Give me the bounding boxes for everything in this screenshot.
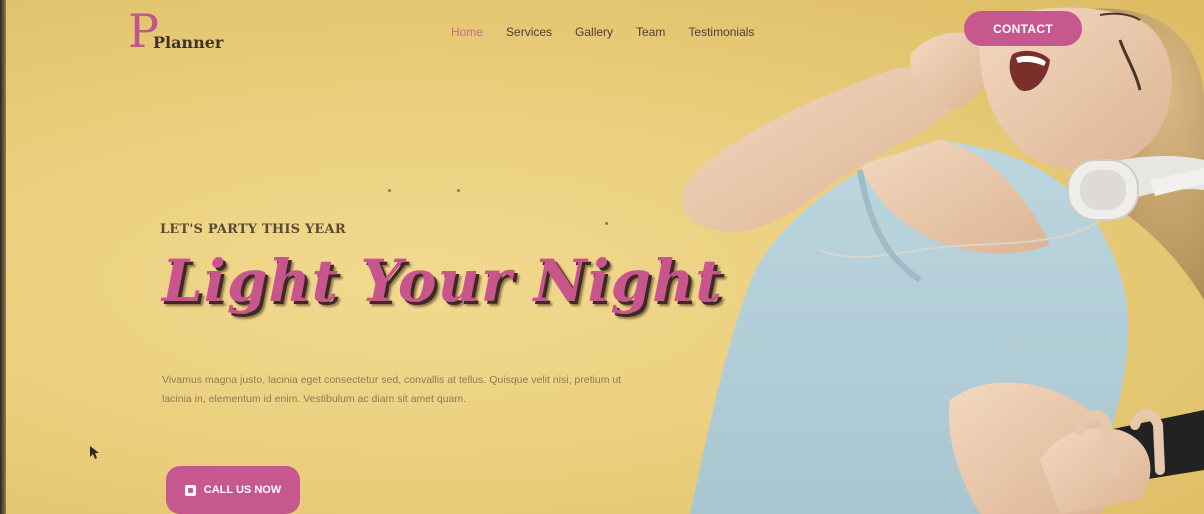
nav-team[interactable]: Team: [636, 25, 665, 39]
phone-icon: [184, 484, 196, 496]
logo[interactable]: P Planner: [128, 8, 223, 54]
hero-headline: Light Your Night: [162, 247, 724, 315]
call-us-button[interactable]: CALL US NOW: [166, 466, 300, 514]
contact-button[interactable]: CONTACT: [964, 11, 1082, 46]
hero-body-text: Vivamus magna justo, lacinia eget consec…: [162, 374, 622, 405]
call-us-label: CALL US NOW: [203, 484, 282, 496]
nav-gallery[interactable]: Gallery: [575, 25, 613, 39]
main-nav: Home Services Gallery Team Testimonials: [451, 25, 777, 39]
nav-home[interactable]: Home: [451, 25, 483, 39]
hero-tagline: LET'S PARTY THIS YEAR: [160, 222, 346, 237]
decorative-dot: [388, 189, 391, 192]
logo-text: Planner: [152, 33, 224, 52]
screen-bezel: [0, 0, 6, 514]
decorative-dot: [605, 222, 608, 225]
page: P Planner Home Services Gallery Team Tes…: [0, 0, 1204, 514]
nav-testimonials[interactable]: Testimonials: [688, 25, 754, 39]
nav-services[interactable]: Services: [506, 25, 552, 39]
decorative-dot: [457, 189, 460, 192]
